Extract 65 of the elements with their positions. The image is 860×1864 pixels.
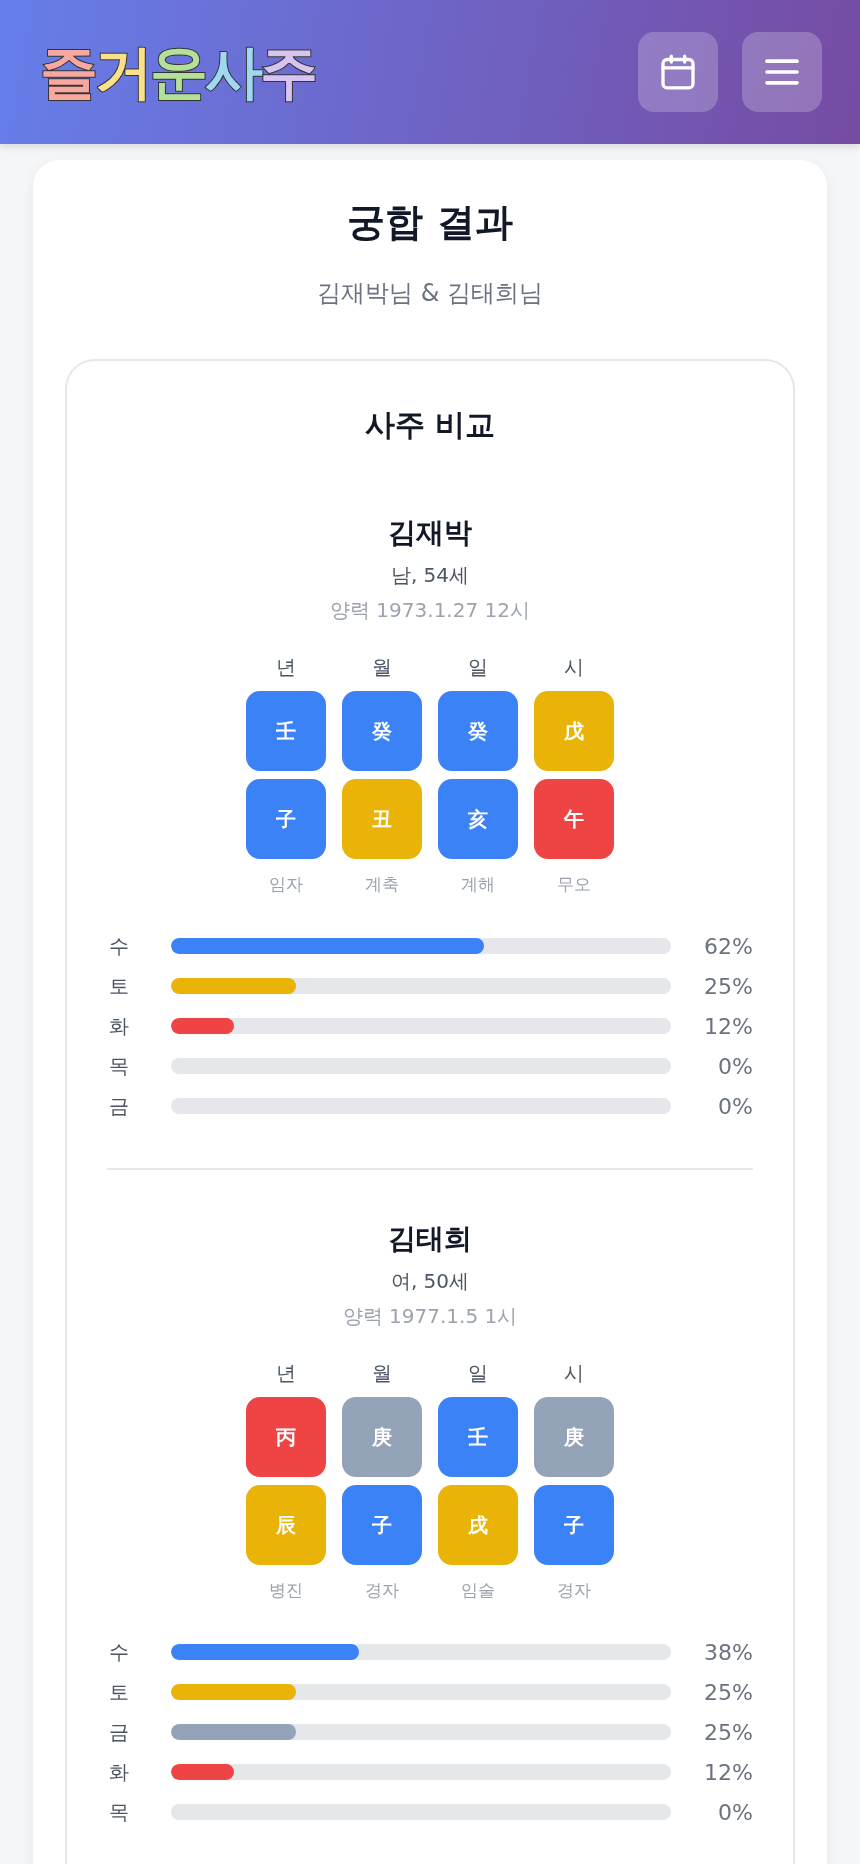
branch-tile: 亥 [438, 779, 518, 860]
column-label: 일 [468, 1360, 488, 1388]
column-label: 월 [372, 654, 392, 682]
birth-date: 양력 1977.1.5 1시 [342, 1303, 518, 1331]
calendar-icon [658, 52, 698, 92]
branch-tile: 午 [534, 779, 614, 860]
pillar-reading: 경자 [557, 1579, 591, 1603]
stem-tile: 癸 [342, 691, 422, 772]
element-label: 목 [108, 1052, 130, 1080]
menu-button[interactable] [742, 32, 822, 112]
stem-tile: 庚 [342, 1397, 422, 1478]
element-label: 목 [108, 1798, 130, 1826]
element-label: 수 [108, 1638, 130, 1666]
person-name: 김재박 [388, 515, 472, 552]
page-title: 궁합 결과 [346, 199, 514, 246]
stem-tile: 癸 [438, 691, 518, 772]
element-percent: 0% [717, 1799, 753, 1825]
element-label: 금 [108, 1718, 130, 1746]
branch-tile: 丑 [342, 779, 422, 860]
column-label: 월 [372, 1360, 392, 1388]
pillar-reading: 병진 [269, 1579, 303, 1603]
stem-tile: 壬 [246, 691, 326, 772]
stem-tile: 戊 [534, 691, 614, 772]
element-percent: 25% [703, 1679, 753, 1705]
element-label: 화 [108, 1758, 130, 1786]
branch-tile: 戌 [438, 1485, 518, 1566]
element-percent: 25% [703, 1719, 753, 1745]
element-percent: 25% [703, 973, 753, 999]
column-label: 일 [468, 654, 488, 682]
element-label: 토 [108, 972, 130, 1000]
element-percent: 62% [703, 933, 753, 959]
element-label: 화 [108, 1012, 130, 1040]
element-label: 금 [108, 1092, 130, 1120]
pillar-reading: 임자 [269, 873, 303, 897]
element-percent: 0% [717, 1093, 753, 1119]
pillar-reading: 경자 [365, 1579, 399, 1603]
branch-tile: 辰 [246, 1485, 326, 1566]
section-title: 사주 비교 [363, 406, 497, 445]
person-name: 김태희 [388, 1221, 472, 1258]
stem-tile: 丙 [246, 1397, 326, 1478]
person-info: 여, 50세 [390, 1268, 470, 1296]
birth-date: 양력 1973.1.27 12시 [330, 597, 530, 625]
column-label: 시 [564, 1360, 584, 1388]
stem-tile: 壬 [438, 1397, 518, 1478]
element-percent: 12% [703, 1013, 753, 1039]
pillar-reading: 계축 [365, 873, 399, 897]
element-percent: 12% [703, 1759, 753, 1785]
pillar-reading: 임술 [461, 1579, 495, 1603]
pillar-reading: 계해 [461, 873, 495, 897]
element-percent: 0% [717, 1053, 753, 1079]
person-info: 남, 54세 [390, 562, 470, 590]
calendar-button[interactable] [638, 32, 718, 112]
pillar-reading: 무오 [557, 873, 591, 897]
stem-tile: 庚 [534, 1397, 614, 1478]
logo[interactable]: 즐거운사주 [40, 43, 315, 101]
column-label: 시 [564, 654, 584, 682]
branch-tile: 子 [246, 779, 326, 860]
element-label: 토 [108, 1678, 130, 1706]
branch-tile: 子 [534, 1485, 614, 1566]
element-label: 수 [108, 932, 130, 960]
couple-names: 김재박님 & 김태희님 [316, 278, 544, 310]
column-label: 년 [276, 1360, 296, 1388]
element-percent: 38% [703, 1639, 753, 1665]
column-label: 년 [276, 654, 296, 682]
branch-tile: 子 [342, 1485, 422, 1566]
